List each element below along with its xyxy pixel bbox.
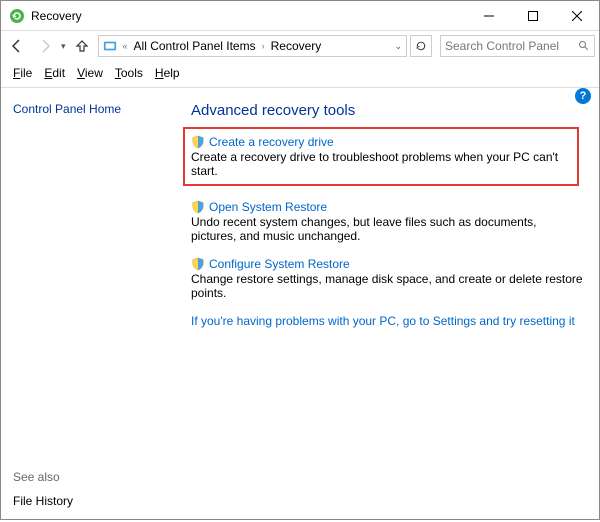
- search-input[interactable]: Search Control Panel: [440, 35, 595, 57]
- see-also-block: See also File History: [13, 470, 179, 508]
- control-panel-icon: [103, 39, 117, 53]
- nav-row: ▾ « All Control Panel Items › Recovery ⌄…: [1, 31, 599, 61]
- forward-button[interactable]: [33, 34, 57, 58]
- recent-dropdown[interactable]: ▾: [61, 41, 66, 52]
- address-bar[interactable]: « All Control Panel Items › Recovery ⌄: [98, 35, 407, 57]
- close-icon: [572, 11, 582, 21]
- minimize-icon: [484, 11, 494, 21]
- titlebar: Recovery: [1, 1, 599, 31]
- main-panel: ? Advanced recovery tools Create a recov…: [191, 88, 599, 522]
- maximize-button[interactable]: [511, 1, 555, 31]
- close-button[interactable]: [555, 1, 599, 31]
- forward-arrow-icon: [37, 38, 53, 54]
- refresh-icon: [415, 40, 427, 52]
- back-button[interactable]: [5, 34, 29, 58]
- chevron-right-icon: ›: [262, 41, 265, 51]
- maximize-icon: [528, 11, 538, 21]
- menubar: File Edit View Tools Help: [1, 61, 599, 88]
- page-heading: Advanced recovery tools: [191, 102, 583, 119]
- breadcrumb-item-recovery[interactable]: Recovery: [271, 39, 322, 53]
- help-icon[interactable]: ?: [575, 88, 591, 104]
- create-recovery-drive-link[interactable]: Create a recovery drive: [209, 135, 334, 149]
- breadcrumb-item-allcp[interactable]: All Control Panel Items: [134, 39, 256, 53]
- menu-tools[interactable]: Tools: [111, 65, 147, 81]
- window-title: Recovery: [31, 9, 82, 23]
- up-arrow-icon: [74, 38, 90, 54]
- configure-system-restore-link[interactable]: Configure System Restore: [209, 257, 350, 271]
- tool-open-system-restore: Open System Restore Undo recent system c…: [191, 200, 583, 243]
- breadcrumb-sep-icon: «: [123, 41, 128, 51]
- configure-system-restore-desc: Change restore settings, manage disk spa…: [191, 272, 583, 300]
- minimize-button[interactable]: [467, 1, 511, 31]
- open-system-restore-link[interactable]: Open System Restore: [209, 200, 327, 214]
- menu-help[interactable]: Help: [151, 65, 184, 81]
- refresh-button[interactable]: [410, 35, 432, 57]
- see-also-label: See also: [13, 470, 179, 484]
- file-history-link[interactable]: File History: [13, 494, 73, 508]
- up-button[interactable]: [70, 34, 94, 58]
- control-panel-home-link[interactable]: Control Panel Home: [13, 102, 179, 116]
- menu-edit[interactable]: Edit: [40, 65, 69, 81]
- search-icon: [578, 40, 590, 52]
- reset-pc-link[interactable]: If you're having problems with your PC, …: [191, 314, 575, 328]
- address-dropdown-icon[interactable]: ⌄: [394, 41, 402, 52]
- open-system-restore-desc: Undo recent system changes, but leave fi…: [191, 215, 583, 243]
- search-placeholder: Search Control Panel: [445, 39, 559, 53]
- shield-icon: [191, 135, 205, 149]
- shield-icon: [191, 257, 205, 271]
- menu-file[interactable]: File: [9, 65, 36, 81]
- tool-create-recovery-drive: Create a recovery drive Create a recover…: [183, 127, 579, 186]
- body: Control Panel Home See also File History…: [1, 88, 599, 522]
- sidebar: Control Panel Home See also File History: [1, 88, 191, 522]
- recovery-icon: [9, 8, 25, 24]
- create-recovery-drive-desc: Create a recovery drive to troubleshoot …: [191, 150, 571, 178]
- shield-icon: [191, 200, 205, 214]
- back-arrow-icon: [9, 38, 25, 54]
- tool-configure-system-restore: Configure System Restore Change restore …: [191, 257, 583, 300]
- menu-view[interactable]: View: [73, 65, 107, 81]
